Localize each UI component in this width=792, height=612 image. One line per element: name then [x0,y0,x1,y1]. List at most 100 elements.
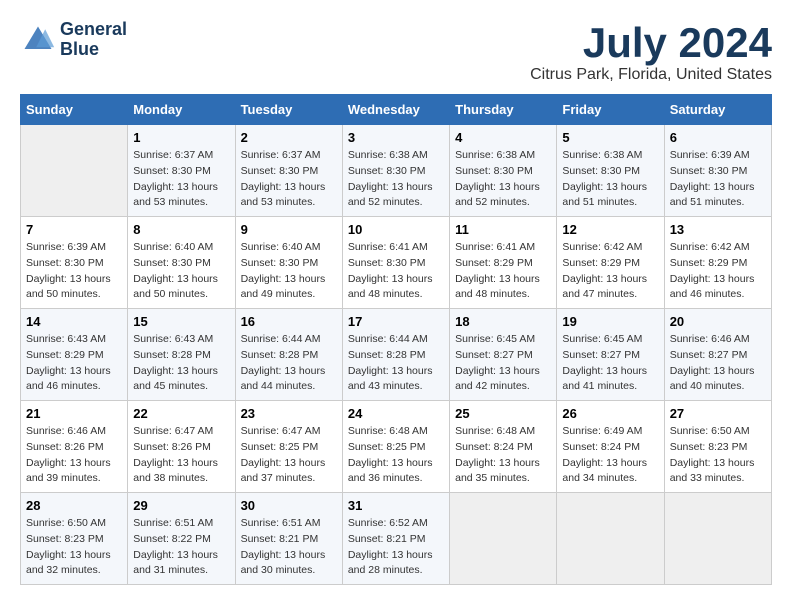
calendar-cell: 24Sunrise: 6:48 AMSunset: 8:25 PMDayligh… [342,401,449,493]
day-info: Sunrise: 6:43 AMSunset: 8:28 PMDaylight:… [133,332,229,395]
header-row: SundayMondayTuesdayWednesdayThursdayFrid… [21,95,772,125]
day-info: Sunrise: 6:46 AMSunset: 8:27 PMDaylight:… [670,332,766,395]
day-number: 16 [241,314,337,329]
day-info: Sunrise: 6:48 AMSunset: 8:25 PMDaylight:… [348,424,444,487]
day-info: Sunrise: 6:44 AMSunset: 8:28 PMDaylight:… [241,332,337,395]
calendar-cell: 8Sunrise: 6:40 AMSunset: 8:30 PMDaylight… [128,217,235,309]
logo-text: General Blue [60,20,127,60]
day-info: Sunrise: 6:45 AMSunset: 8:27 PMDaylight:… [562,332,658,395]
calendar-cell [557,493,664,585]
day-number: 27 [670,406,766,421]
calendar-cell: 18Sunrise: 6:45 AMSunset: 8:27 PMDayligh… [450,309,557,401]
day-number: 13 [670,222,766,237]
day-info: Sunrise: 6:37 AMSunset: 8:30 PMDaylight:… [133,148,229,211]
header-day-monday: Monday [128,95,235,125]
subtitle: Citrus Park, Florida, United States [530,66,772,84]
week-row-3: 14Sunrise: 6:43 AMSunset: 8:29 PMDayligh… [21,309,772,401]
logo-icon [20,22,56,58]
calendar-cell [21,125,128,217]
day-info: Sunrise: 6:52 AMSunset: 8:21 PMDaylight:… [348,516,444,579]
day-number: 5 [562,130,658,145]
calendar-header: SundayMondayTuesdayWednesdayThursdayFrid… [21,95,772,125]
calendar-cell: 6 Sunrise: 6:39 AMSunset: 8:30 PMDaylight… [664,125,771,217]
day-number: 20 [670,314,766,329]
calendar-cell: 2 Sunrise: 6:37 AMSunset: 8:30 PMDaylight… [235,125,342,217]
day-number: 23 [241,406,337,421]
logo: General Blue [20,20,127,60]
day-info: Sunrise: 6:46 AMSunset: 8:26 PMDaylight:… [26,424,122,487]
calendar-cell: 13 Sunrise: 6:42 AMSunset: 8:29 PMDayligh… [664,217,771,309]
day-info: Sunrise: 6:37 AMSunset: 8:30 PMDaylight:… [241,148,337,211]
calendar-cell: 25 Sunrise: 6:48 AMSunset: 8:24 PMDayligh… [450,401,557,493]
day-info: Sunrise: 6:49 AMSunset: 8:24 PMDaylight:… [562,424,658,487]
day-info: Sunrise: 6:41 AMSunset: 8:29 PMDaylight:… [455,240,551,303]
day-number: 15 [133,314,229,329]
header-day-wednesday: Wednesday [342,95,449,125]
day-info: Sunrise: 6:50 AMSunset: 8:23 PMDaylight:… [26,516,122,579]
page-header: General Blue July 2024 Citrus Park, Flor… [20,20,772,84]
day-number: 31 [348,498,444,513]
calendar-cell: 23Sunrise: 6:47 AMSunset: 8:25 PMDayligh… [235,401,342,493]
day-number: 4 [455,130,551,145]
calendar-cell: 7Sunrise: 6:39 AMSunset: 8:30 PMDaylight… [21,217,128,309]
calendar-cell [450,493,557,585]
day-number: 26 [562,406,658,421]
day-number: 17 [348,314,444,329]
calendar-cell: 27 Sunrise: 6:50 AMSunset: 8:23 PMDayligh… [664,401,771,493]
calendar-cell: 4 Sunrise: 6:38 AMSunset: 8:30 PMDaylight… [450,125,557,217]
header-day-thursday: Thursday [450,95,557,125]
calendar-cell [664,493,771,585]
week-row-2: 7Sunrise: 6:39 AMSunset: 8:30 PMDaylight… [21,217,772,309]
day-number: 25 [455,406,551,421]
day-info: Sunrise: 6:51 AMSunset: 8:21 PMDaylight:… [241,516,337,579]
day-number: 30 [241,498,337,513]
calendar-cell: 20 Sunrise: 6:46 AMSunset: 8:27 PMDayligh… [664,309,771,401]
week-row-5: 28Sunrise: 6:50 AMSunset: 8:23 PMDayligh… [21,493,772,585]
calendar-cell: 22Sunrise: 6:47 AMSunset: 8:26 PMDayligh… [128,401,235,493]
day-info: Sunrise: 6:40 AMSunset: 8:30 PMDaylight:… [133,240,229,303]
calendar-body: 1 Sunrise: 6:37 AMSunset: 8:30 PMDaylight… [21,125,772,585]
header-day-sunday: Sunday [21,95,128,125]
day-number: 9 [241,222,337,237]
day-info: Sunrise: 6:48 AMSunset: 8:24 PMDaylight:… [455,424,551,487]
calendar-cell: 11 Sunrise: 6:41 AMSunset: 8:29 PMDayligh… [450,217,557,309]
title-block: July 2024 Citrus Park, Florida, United S… [530,20,772,84]
day-info: Sunrise: 6:40 AMSunset: 8:30 PMDaylight:… [241,240,337,303]
calendar-table: SundayMondayTuesdayWednesdayThursdayFrid… [20,94,772,585]
day-info: Sunrise: 6:42 AMSunset: 8:29 PMDaylight:… [670,240,766,303]
calendar-cell: 12Sunrise: 6:42 AMSunset: 8:29 PMDayligh… [557,217,664,309]
calendar-cell: 17 Sunrise: 6:44 AMSunset: 8:28 PMDayligh… [342,309,449,401]
day-number: 6 [670,130,766,145]
day-number: 10 [348,222,444,237]
day-number: 29 [133,498,229,513]
calendar-cell: 15 Sunrise: 6:43 AMSunset: 8:28 PMDayligh… [128,309,235,401]
day-number: 11 [455,222,551,237]
day-info: Sunrise: 6:45 AMSunset: 8:27 PMDaylight:… [455,332,551,395]
calendar-cell: 10Sunrise: 6:41 AMSunset: 8:30 PMDayligh… [342,217,449,309]
day-number: 19 [562,314,658,329]
day-info: Sunrise: 6:51 AMSunset: 8:22 PMDaylight:… [133,516,229,579]
day-info: Sunrise: 6:38 AMSunset: 8:30 PMDaylight:… [562,148,658,211]
calendar-cell: 26 Sunrise: 6:49 AMSunset: 8:24 PMDayligh… [557,401,664,493]
day-info: Sunrise: 6:39 AMSunset: 8:30 PMDaylight:… [670,148,766,211]
header-day-friday: Friday [557,95,664,125]
day-number: 1 [133,130,229,145]
calendar-cell: 3Sunrise: 6:38 AMSunset: 8:30 PMDaylight… [342,125,449,217]
header-day-tuesday: Tuesday [235,95,342,125]
day-info: Sunrise: 6:50 AMSunset: 8:23 PMDaylight:… [670,424,766,487]
calendar-cell: 29 Sunrise: 6:51 AMSunset: 8:22 PMDayligh… [128,493,235,585]
calendar-cell: 1 Sunrise: 6:37 AMSunset: 8:30 PMDaylight… [128,125,235,217]
day-info: Sunrise: 6:47 AMSunset: 8:26 PMDaylight:… [133,424,229,487]
calendar-cell: 31 Sunrise: 6:52 AMSunset: 8:21 PMDayligh… [342,493,449,585]
day-info: Sunrise: 6:44 AMSunset: 8:28 PMDaylight:… [348,332,444,395]
day-number: 7 [26,222,122,237]
calendar-cell: 14Sunrise: 6:43 AMSunset: 8:29 PMDayligh… [21,309,128,401]
day-number: 2 [241,130,337,145]
header-day-saturday: Saturday [664,95,771,125]
calendar-cell: 9 Sunrise: 6:40 AMSunset: 8:30 PMDaylight… [235,217,342,309]
calendar-cell: 16 Sunrise: 6:44 AMSunset: 8:28 PMDayligh… [235,309,342,401]
week-row-1: 1 Sunrise: 6:37 AMSunset: 8:30 PMDaylight… [21,125,772,217]
day-info: Sunrise: 6:38 AMSunset: 8:30 PMDaylight:… [455,148,551,211]
day-info: Sunrise: 6:43 AMSunset: 8:29 PMDaylight:… [26,332,122,395]
calendar-cell: 5 Sunrise: 6:38 AMSunset: 8:30 PMDaylight… [557,125,664,217]
